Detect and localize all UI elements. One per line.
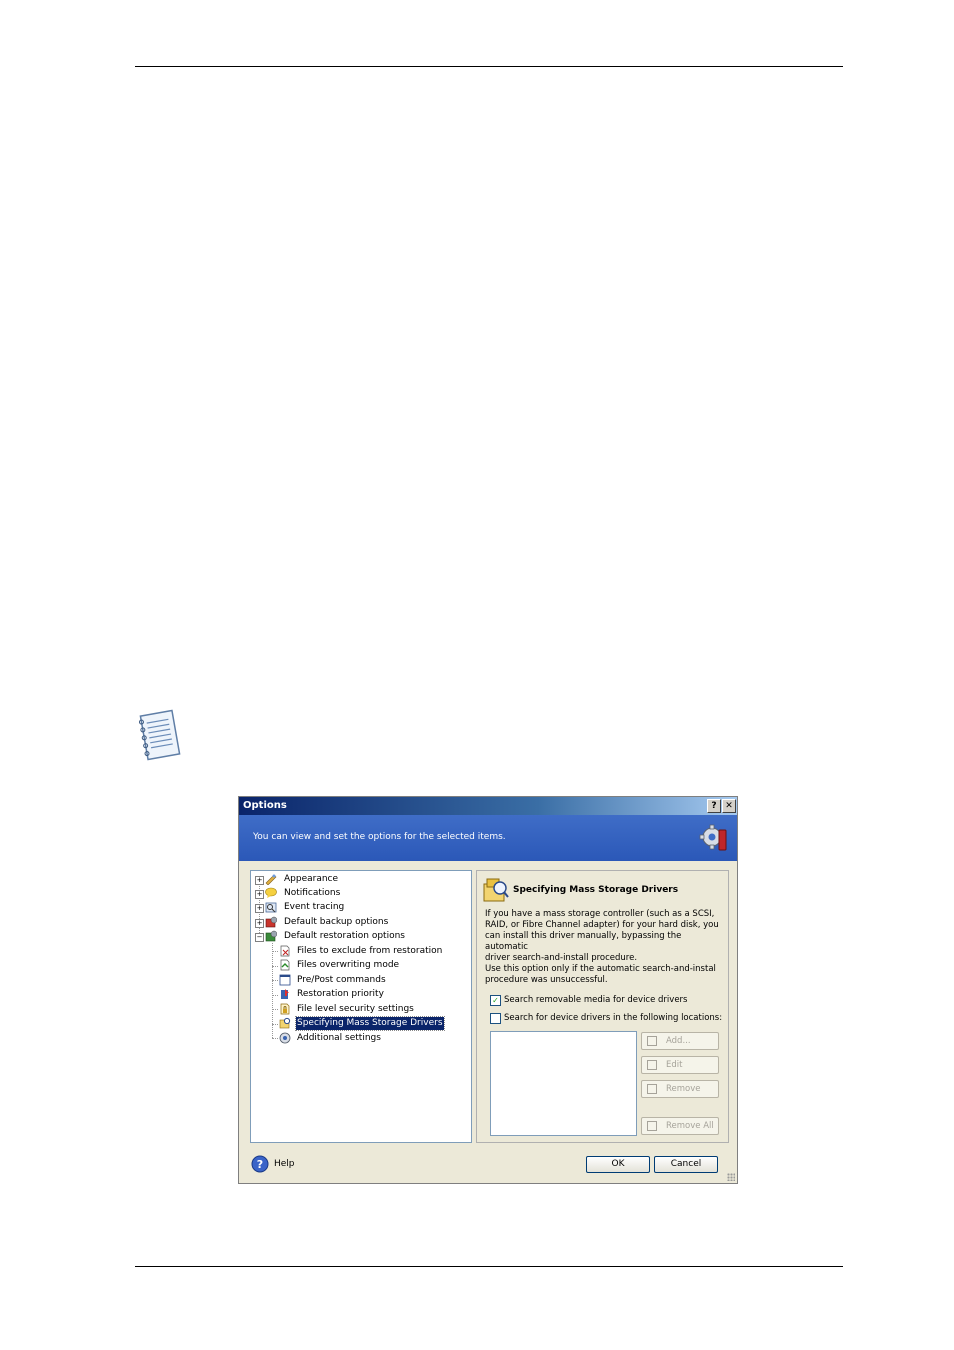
additional-settings-icon	[279, 1032, 291, 1044]
edit-label: Edit	[666, 1060, 683, 1070]
edit-button[interactable]: Edit	[641, 1056, 719, 1074]
ok-button[interactable]: OK	[586, 1156, 650, 1173]
notifications-icon	[265, 887, 277, 898]
help-icon[interactable]: ?	[251, 1155, 269, 1173]
tree-item-label: File level security settings	[297, 1004, 414, 1014]
tree-item-label: Additional settings	[297, 1033, 381, 1043]
priority-icon	[281, 989, 289, 999]
tree-item-label: Notifications	[284, 888, 341, 898]
tree-item-default-restoration-options[interactable]: − Default restoration options	[251, 930, 471, 943]
mass-storage-header-icon	[483, 878, 509, 902]
expand-icon[interactable]: +	[255, 904, 264, 913]
locations-list[interactable]	[490, 1031, 637, 1136]
commands-icon	[279, 974, 291, 986]
remove-all-button[interactable]: Remove All	[641, 1117, 719, 1135]
tree-item-label: Specifying Mass Storage Drivers	[295, 1016, 445, 1031]
panel-description: If you have a mass storage controller (s…	[485, 909, 725, 964]
event-tracing-icon	[265, 902, 277, 913]
header-text: You can view and set the options for the…	[253, 832, 506, 842]
edit-icon	[647, 1060, 657, 1070]
tree-item-additional-settings[interactable]: Additional settings	[251, 1032, 471, 1045]
tree-item-event-tracing[interactable]: + Event tracing	[251, 901, 471, 914]
close-button[interactable]: ✕	[722, 799, 736, 813]
options-gear-icon	[699, 824, 727, 851]
add-button[interactable]: Add...	[641, 1032, 719, 1050]
locations-checkbox[interactable]	[490, 1013, 501, 1024]
cancel-button[interactable]: Cancel	[654, 1156, 718, 1173]
tree-item-label: Pre/Post commands	[297, 975, 386, 985]
mass-storage-icon	[279, 1017, 291, 1029]
tree-item-label: Default backup options	[284, 917, 389, 927]
remove-button[interactable]: Remove	[641, 1080, 719, 1098]
tree-item-default-backup-options[interactable]: + Default backup options	[251, 916, 471, 929]
locations-label: Search for device drivers in the followi…	[504, 1013, 723, 1023]
remove-label: Remove	[666, 1084, 701, 1094]
tree-item-pre-post-commands[interactable]: Pre/Post commands	[251, 974, 471, 987]
tree-item-label: Files overwriting mode	[297, 960, 400, 970]
add-label: Add...	[666, 1036, 691, 1046]
description-line: can install this driver manually, bypass…	[485, 931, 682, 952]
expand-icon[interactable]: +	[255, 890, 264, 899]
help-link[interactable]: Help	[274, 1159, 295, 1169]
resize-grip[interactable]	[727, 1173, 735, 1181]
tree-item-label: Restoration priority	[297, 989, 384, 999]
expand-icon[interactable]: +	[255, 919, 264, 928]
collapse-icon[interactable]: −	[255, 933, 264, 942]
note-line: Use this option only if the automatic se…	[485, 964, 716, 974]
svg-text:?: ?	[257, 1158, 263, 1171]
tree-item-file-level-security[interactable]: File level security settings	[251, 1003, 471, 1016]
note-icon	[138, 709, 181, 761]
tree-item-files-overwriting-mode[interactable]: Files overwriting mode	[251, 959, 471, 972]
note-line: procedure was unsuccessful.	[485, 975, 608, 985]
panel-title: Specifying Mass Storage Drivers	[513, 885, 679, 895]
tree-item-mass-storage-drivers[interactable]: Specifying Mass Storage Drivers	[251, 1016, 471, 1031]
removable-media-checkbox[interactable]: ✓	[490, 995, 501, 1006]
tree-item-label: Event tracing	[284, 902, 345, 912]
detail-panel: Specifying Mass Storage Drivers If you h…	[476, 870, 729, 1143]
dialog-header: You can view and set the options for the…	[239, 815, 737, 861]
options-dialog: Options ? ✕ You can view and set the opt…	[238, 796, 738, 1184]
description-line: RAID, or Fibre Channel adapter) for your…	[485, 920, 719, 930]
security-icon	[280, 1003, 290, 1015]
help-title-button[interactable]: ?	[707, 799, 721, 813]
restoration-options-icon	[265, 930, 277, 942]
exclude-files-icon	[280, 945, 290, 957]
page-bottom-rule	[135, 1266, 843, 1267]
description-line: If you have a mass storage controller (s…	[485, 909, 715, 919]
tree-item-label: Files to exclude from restoration	[297, 946, 443, 956]
tree-item-label: Appearance	[284, 874, 339, 884]
remove-all-icon	[647, 1121, 657, 1131]
overwrite-icon	[280, 959, 290, 971]
description-line: driver search-and-install procedure.	[485, 953, 638, 963]
backup-options-icon	[265, 916, 277, 928]
dialog-title: Options	[243, 800, 287, 811]
expand-icon[interactable]: +	[255, 876, 264, 885]
tree-item-files-to-exclude[interactable]: Files to exclude from restoration	[251, 945, 471, 958]
panel-note: Use this option only if the automatic se…	[485, 964, 725, 986]
tree-item-notifications[interactable]: + Notifications	[251, 887, 471, 900]
tree-item-restoration-priority[interactable]: Restoration priority	[251, 988, 471, 1001]
remove-all-label: Remove All	[666, 1121, 714, 1131]
options-tree[interactable]: + Appearance + Notifications + Event tra…	[250, 870, 472, 1143]
appearance-icon	[265, 874, 277, 885]
removable-media-label: Search removable media for device driver…	[504, 995, 688, 1005]
tree-item-appearance[interactable]: + Appearance	[251, 873, 471, 886]
title-bar[interactable]: Options ? ✕	[239, 797, 737, 815]
tree-item-label: Default restoration options	[284, 931, 405, 941]
page-top-rule	[135, 66, 843, 67]
remove-icon	[647, 1084, 657, 1094]
add-icon	[647, 1036, 657, 1046]
